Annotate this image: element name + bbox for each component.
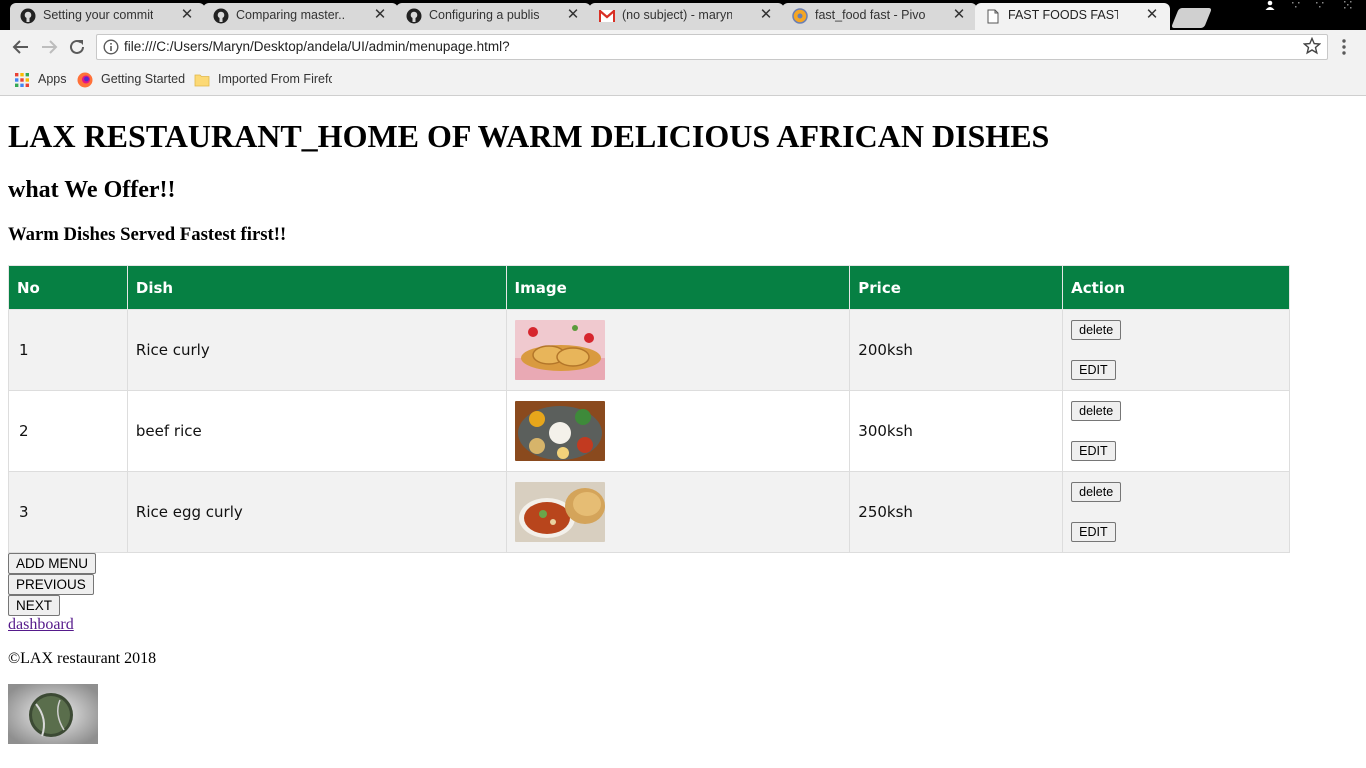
dish-name: beef rice (126, 390, 507, 472)
gmail-icon (599, 8, 615, 24)
tab-title: Comparing master...ft-ma (236, 8, 346, 22)
tab-close-icon[interactable]: ✕ (372, 6, 388, 24)
browser-tab-active[interactable]: FAST FOODS FAST -MEN ✕ (975, 3, 1170, 30)
edit-button[interactable]: EDIT (1071, 360, 1116, 380)
apps-grid-icon (14, 72, 30, 88)
page-icon (985, 8, 1001, 24)
page-subtitle: what We Offer!! (8, 177, 176, 203)
bookmark-apps[interactable]: Apps (14, 71, 74, 89)
dish-image-cell (505, 471, 851, 553)
dish-number: 1 (8, 309, 128, 391)
bookmark-label: Apps (38, 72, 67, 86)
dish-image (514, 401, 605, 461)
column-header-dish: Dish (126, 265, 507, 310)
bookmark-label: Imported From Firefo (218, 72, 332, 86)
page-title: LAX RESTAURANT_HOME OF WARM DELICIOUS AF… (8, 118, 1050, 154)
dish-number: 3 (8, 471, 128, 553)
forward-icon[interactable] (37, 35, 61, 59)
dish-price: 300ksh (849, 390, 1064, 472)
minimize-icon[interactable] (1284, 0, 1308, 16)
page-tagline: Warm Dishes Served Fastest first!! (8, 224, 287, 245)
browser-tab-1[interactable]: Setting your commit ema ✕ (10, 3, 205, 30)
profile-icon[interactable] (1258, 0, 1282, 16)
action-cell: delete EDIT (1062, 471, 1290, 553)
column-header-action: Action (1062, 265, 1290, 310)
column-header-price: Price (849, 265, 1064, 310)
delete-button[interactable]: delete (1071, 320, 1122, 340)
bookmark-star-icon[interactable] (1302, 36, 1322, 57)
dish-name: Rice egg curly (126, 471, 507, 553)
browser-toolbar: file:///C:/Users/Maryn/Desktop/andela/UI… (0, 30, 1366, 64)
tab-close-icon[interactable]: ✕ (179, 6, 195, 24)
browser-tab-strip: Setting your commit ema ✕ Comparing mast… (0, 0, 1366, 30)
browser-tab-5[interactable]: fast_food fast - Pivotal Tr ✕ (782, 3, 977, 30)
new-tab-button[interactable] (1170, 8, 1213, 28)
footer-copyright: ©LAX restaurant 2018 (8, 650, 157, 667)
bookmark-label: Getting Started (101, 72, 186, 86)
previous-button[interactable]: PREVIOUS (8, 574, 94, 595)
dish-image (514, 320, 605, 380)
dish-number: 2 (8, 390, 128, 472)
close-window-icon[interactable] (1336, 0, 1360, 16)
github-icon (213, 8, 229, 24)
tab-title: (no subject) - marynmwir (622, 8, 732, 22)
add-menu-button[interactable]: ADD MENU (8, 553, 97, 574)
maximize-icon[interactable] (1308, 0, 1332, 16)
column-header-no: No (8, 265, 128, 310)
url-text: file:///C:/Users/Maryn/Desktop/andela/UI… (124, 39, 510, 54)
reload-icon[interactable] (65, 35, 89, 59)
table-row: 3 Rice egg curly 250ksh delete EDIT (8, 471, 1290, 553)
info-icon[interactable] (103, 39, 119, 55)
bookmark-imported-from-firefox[interactable]: Imported From Firefo (194, 71, 332, 89)
back-icon[interactable] (9, 35, 33, 59)
dish-image-cell (505, 309, 851, 391)
edit-button[interactable]: EDIT (1071, 522, 1116, 542)
dish-image-cell (505, 390, 851, 472)
column-header-image: Image (505, 265, 851, 310)
bookmark-getting-started[interactable]: Getting Started (77, 71, 187, 89)
edit-button[interactable]: EDIT (1071, 441, 1116, 461)
tab-title: Setting your commit ema (43, 8, 153, 22)
restaurant-logo (8, 684, 98, 744)
browser-tab-3[interactable]: Configuring a publishing ✕ (396, 3, 591, 30)
dish-name: Rice curly (126, 309, 507, 391)
tab-close-icon[interactable]: ✕ (758, 6, 774, 24)
next-button[interactable]: NEXT (8, 595, 61, 616)
action-cell: delete EDIT (1062, 309, 1290, 391)
table-row: 2 beef rice 300ksh delete EDIT (8, 390, 1290, 472)
tab-title: Configuring a publishing (429, 8, 539, 22)
delete-button[interactable]: delete (1071, 401, 1122, 421)
tab-close-icon[interactable]: ✕ (951, 6, 967, 24)
github-icon (406, 8, 422, 24)
pivotal-icon (792, 8, 808, 24)
menu-table: No Dish Image Price Action 1 Rice curly (8, 265, 1290, 553)
bookmarks-bar: Apps Getting Started Imported From Firef… (0, 64, 1366, 96)
delete-button[interactable]: delete (1071, 482, 1122, 502)
github-icon (20, 8, 36, 24)
dish-price: 200ksh (849, 309, 1064, 391)
tab-title: fast_food fast - Pivotal Tr (815, 8, 925, 22)
address-bar[interactable]: file:///C:/Users/Maryn/Desktop/andela/UI… (96, 34, 1328, 60)
action-cell: delete EDIT (1062, 390, 1290, 472)
tab-close-icon[interactable]: ✕ (1144, 6, 1160, 24)
tab-title: FAST FOODS FAST -MEN (1008, 8, 1118, 22)
folder-icon (194, 72, 210, 88)
dish-price: 250ksh (849, 471, 1064, 553)
browser-tab-4[interactable]: (no subject) - marynmwir ✕ (589, 3, 784, 30)
browser-tab-2[interactable]: Comparing master...ft-ma ✕ (203, 3, 398, 30)
dashboard-link[interactable]: dashboard (8, 616, 74, 634)
table-header-row: No Dish Image Price Action (8, 265, 1290, 310)
firefox-icon (77, 72, 93, 88)
tab-close-icon[interactable]: ✕ (565, 6, 581, 24)
dish-image (514, 482, 605, 542)
table-row: 1 Rice curly 200ksh delete EDIT (8, 309, 1290, 391)
browser-menu-icon[interactable] (1336, 38, 1352, 56)
page-content: LAX RESTAURANT_HOME OF WARM DELICIOUS AF… (0, 97, 1366, 768)
